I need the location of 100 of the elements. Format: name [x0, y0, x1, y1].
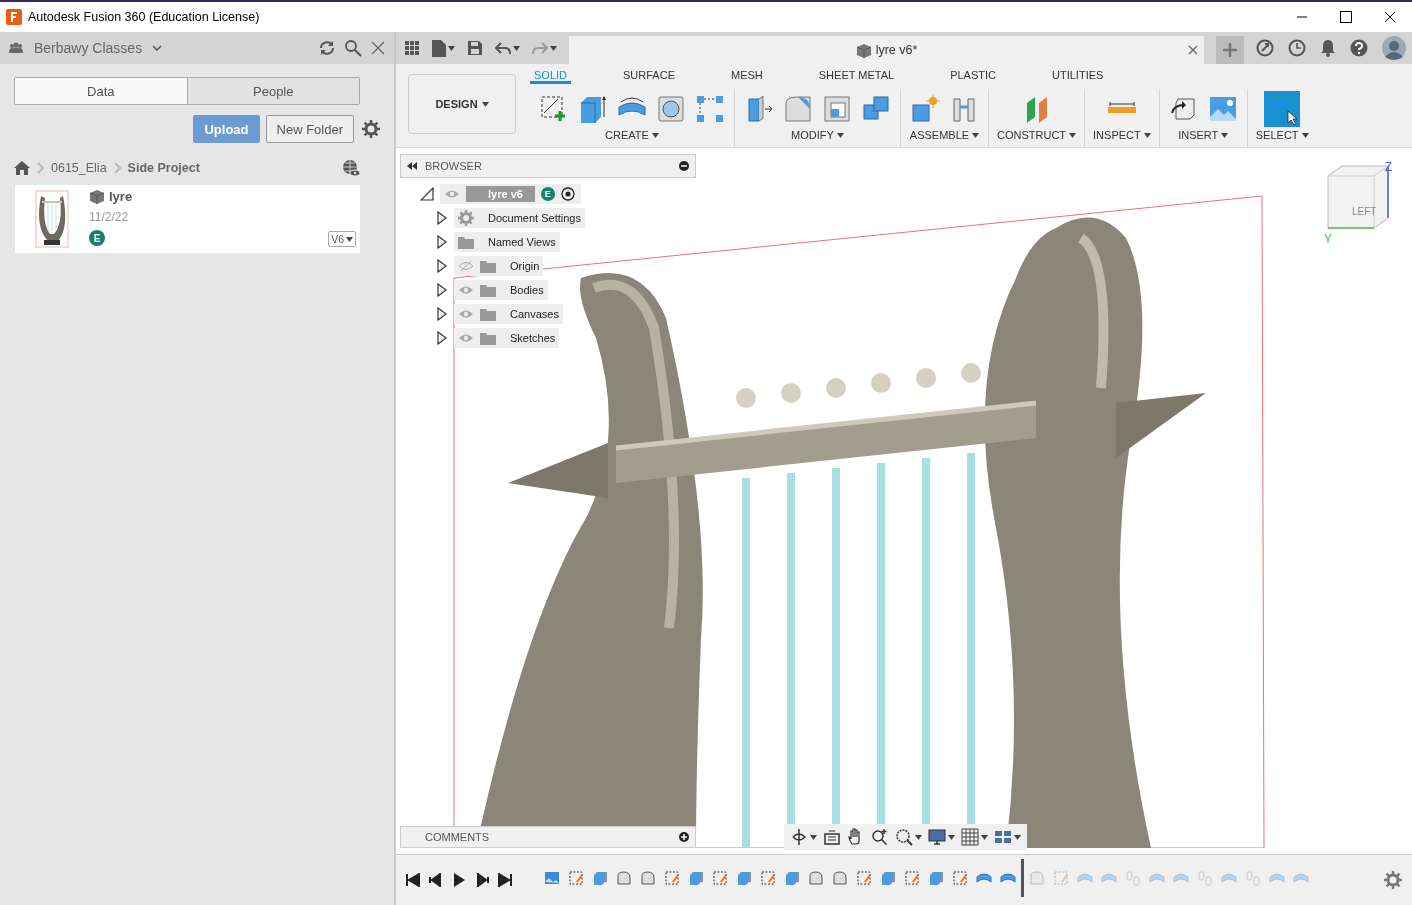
fillet-feature-icon[interactable] — [616, 869, 632, 886]
browser-header[interactable]: BROWSER — [400, 154, 696, 178]
settings-icon[interactable] — [1384, 871, 1402, 889]
tool-group-menu[interactable]: INSPECT — [1093, 129, 1151, 141]
file-card[interactable]: lyre 11/2/22 E V6 — [15, 185, 360, 253]
timeline-marker[interactable] — [1021, 858, 1024, 897]
extensions-icon[interactable] — [1256, 39, 1274, 57]
fillet-icon[interactable] — [782, 93, 814, 125]
eye-icon[interactable] — [458, 284, 474, 296]
toolbar-tab[interactable]: MESH — [727, 70, 767, 84]
last-icon[interactable] — [498, 873, 512, 887]
undo-icon[interactable] — [495, 41, 511, 55]
fillet-feature-icon[interactable] — [640, 869, 656, 886]
monitor-icon[interactable] — [928, 828, 946, 846]
extrude-feature-icon[interactable] — [688, 869, 704, 886]
collapsed-triangle-icon[interactable] — [436, 235, 448, 249]
sketch-feature-icon[interactable] — [856, 869, 872, 886]
step-back-icon[interactable] — [429, 873, 443, 887]
orbit-icon[interactable] — [790, 828, 808, 846]
user-avatar-icon[interactable] — [1382, 36, 1406, 60]
eye-icon[interactable] — [458, 308, 474, 320]
breadcrumb-link[interactable]: Side Project — [127, 161, 200, 175]
tool-group-menu[interactable]: CONSTRUCT — [997, 129, 1077, 141]
canvas-feature-icon[interactable] — [544, 869, 560, 886]
eye-icon[interactable] — [458, 332, 474, 344]
version-dropdown[interactable]: V6 — [328, 231, 356, 247]
browser-node[interactable]: Canvases — [454, 304, 563, 324]
tool-group-menu[interactable]: ASSEMBLE — [909, 129, 980, 141]
collapsed-triangle-icon[interactable] — [436, 283, 448, 297]
globe-icon[interactable] — [342, 159, 360, 177]
component-icon[interactable] — [909, 93, 941, 125]
close-icon[interactable] — [1384, 11, 1396, 23]
toolbar-tab[interactable]: SURFACE — [619, 70, 679, 84]
zoom-icon[interactable] — [871, 828, 889, 846]
collapsed-triangle-icon[interactable] — [436, 211, 448, 225]
sketch-feature-icon[interactable] — [712, 869, 728, 886]
grid-menu-icon[interactable] — [404, 40, 420, 56]
hole-icon[interactable] — [655, 93, 687, 125]
toolbar-tab[interactable]: UTILITIES — [1048, 70, 1108, 84]
collapsed-triangle-icon[interactable] — [436, 331, 448, 345]
step-forward-icon[interactable] — [475, 873, 489, 887]
comments-panel[interactable]: COMMENTS — [400, 826, 696, 848]
toolbar-tab[interactable]: PLASTIC — [946, 70, 1000, 84]
home-icon[interactable] — [14, 161, 30, 175]
extrude-feature-icon[interactable] — [928, 869, 944, 886]
save-icon[interactable] — [467, 40, 483, 56]
browser-node[interactable]: Named Views — [454, 232, 560, 252]
sketch-feature-icon[interactable] — [760, 869, 776, 886]
zoom-window-icon[interactable] — [895, 828, 913, 846]
sketch-feature-icon[interactable] — [664, 869, 680, 886]
new-folder-button[interactable]: New Folder — [265, 115, 354, 143]
redo-icon[interactable] — [532, 41, 548, 55]
collapsed-triangle-icon[interactable] — [436, 307, 448, 321]
panel-tab[interactable]: Data — [15, 78, 187, 104]
shell-icon[interactable] — [821, 93, 853, 125]
pattern-icon[interactable] — [694, 93, 726, 125]
toolbar-tab[interactable]: SHEET METAL — [814, 70, 899, 84]
tool-group-menu[interactable]: INSERT — [1178, 129, 1229, 141]
eye-icon[interactable] — [444, 188, 460, 200]
fillet-feature-icon[interactable] — [808, 869, 824, 886]
browser-node[interactable]: Document Settings — [454, 208, 585, 228]
fillet-feature-icon[interactable] — [832, 869, 848, 886]
select-icon[interactable] — [1264, 91, 1301, 127]
caret-icon — [1143, 132, 1151, 138]
browser-node[interactable]: Origin — [454, 256, 544, 276]
extrude-feature-icon[interactable] — [880, 869, 896, 886]
extrude-feature-icon[interactable] — [784, 869, 800, 886]
bell-icon[interactable] — [1320, 39, 1336, 57]
search-icon[interactable] — [344, 39, 362, 57]
workspace-dropdown[interactable]: DESIGN — [408, 74, 516, 134]
radio-target-icon[interactable] — [560, 187, 575, 201]
maximize-icon[interactable] — [1340, 11, 1352, 23]
sketch-feature-icon[interactable] — [568, 869, 584, 886]
first-icon[interactable] — [406, 873, 420, 887]
document-tab[interactable]: lyre v6* — [569, 36, 1204, 64]
play-icon[interactable] — [452, 873, 466, 887]
viewports-icon[interactable] — [994, 828, 1012, 846]
sketch-feature-icon[interactable] — [952, 869, 968, 886]
plus-circle-icon[interactable] — [679, 832, 689, 842]
tool-group-menu[interactable]: CREATE — [605, 129, 659, 141]
breadcrumb-link[interactable]: 0615_Elia — [51, 161, 107, 175]
panel-tab[interactable]: People — [186, 78, 359, 104]
extrude-feature-icon[interactable] — [592, 869, 608, 886]
refresh-icon[interactable] — [318, 39, 336, 57]
clock-icon[interactable] — [1288, 39, 1306, 57]
new-tab-button[interactable] — [1216, 36, 1244, 64]
browser-node[interactable]: Sketches — [454, 328, 560, 348]
collapsed-triangle-icon[interactable] — [436, 259, 448, 273]
expanded-triangle-icon[interactable] — [420, 187, 434, 201]
file-icon[interactable] — [432, 39, 446, 57]
grid-icon[interactable] — [961, 828, 979, 846]
browser-node[interactable]: Bodies — [454, 280, 548, 300]
settings-icon[interactable] — [362, 120, 380, 138]
extrude-feature-icon[interactable] — [736, 869, 752, 886]
eye-hidden-icon[interactable] — [458, 260, 474, 272]
look-at-icon[interactable] — [823, 828, 841, 846]
tool-group-menu[interactable]: SELECT — [1255, 129, 1309, 141]
help-icon[interactable] — [1350, 39, 1368, 57]
sketch-feature-icon[interactable] — [904, 869, 920, 886]
tool-group-menu[interactable]: MODIFY — [791, 129, 844, 141]
